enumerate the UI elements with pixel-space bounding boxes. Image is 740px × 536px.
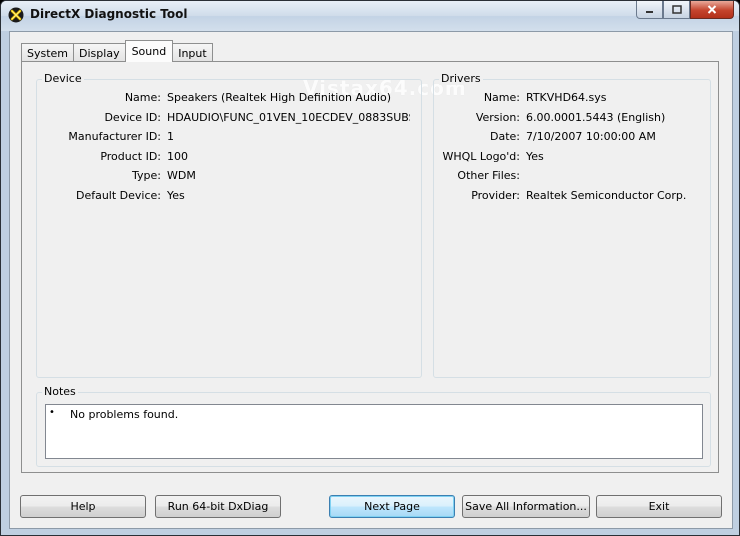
driver-name-label: Name:: [483, 91, 520, 104]
driver-date-label: Date:: [490, 130, 520, 143]
note-bullet: •: [49, 407, 55, 418]
directx-icon: [8, 7, 24, 23]
drivers-group: Drivers Name: RTKVHD64.sys Version: 6.00…: [433, 72, 711, 378]
other-files-row: Other Files:: [434, 169, 710, 185]
close-icon: [707, 5, 717, 14]
product-id-value: 100: [167, 150, 188, 163]
driver-version-row: Version: 6.00.0001.5443 (English): [434, 111, 710, 127]
default-device-label: Default Device:: [75, 189, 161, 202]
drivers-group-title: Drivers: [439, 72, 483, 85]
driver-name-row: Name: RTKVHD64.sys: [434, 91, 710, 107]
tab-input[interactable]: Input: [172, 43, 213, 62]
default-device-row: Default Device: Yes: [37, 189, 421, 205]
window-title: DirectX Diagnostic Tool: [30, 7, 188, 21]
exit-button[interactable]: Exit: [596, 495, 722, 518]
client-area: System Display Sound Input Vistax64.com …: [9, 31, 733, 529]
minimize-icon: [646, 11, 653, 13]
other-files-label: Other Files:: [457, 169, 520, 182]
sound-tab-panel: Vistax64.com Device Name: Speakers (Real…: [21, 61, 719, 473]
product-id-label: Product ID:: [100, 150, 161, 163]
driver-version-label: Version:: [475, 111, 520, 124]
driver-name-value: RTKVHD64.sys: [526, 91, 607, 104]
tab-strip: System Display Sound Input: [21, 40, 213, 62]
maximize-icon: [671, 5, 682, 14]
device-id-value: HDAUDIO\FUNC_01VEN_10ECDEV_0883SUBSYS_8: [167, 111, 410, 124]
minimize-button[interactable]: [636, 1, 663, 19]
manufacturer-id-value: 1: [167, 130, 174, 143]
notes-group-title: Notes: [42, 385, 78, 398]
default-device-value: Yes: [167, 189, 185, 202]
driver-date-value: 7/10/2007 10:00:00 AM: [526, 130, 656, 143]
tab-sound[interactable]: Sound: [124, 40, 174, 62]
maximize-button[interactable]: [663, 1, 690, 19]
close-button[interactable]: [690, 1, 734, 19]
manufacturer-id-label: Manufacturer ID:: [68, 130, 161, 143]
run-64bit-dxdiag-button[interactable]: Run 64-bit DxDiag: [155, 495, 281, 518]
save-all-information-button[interactable]: Save All Information...: [462, 495, 590, 518]
title-bar[interactable]: DirectX Diagnostic Tool: [1, 1, 739, 31]
type-label: Type:: [132, 169, 161, 182]
type-row: Type: WDM: [37, 169, 421, 185]
driver-date-row: Date: 7/10/2007 10:00:00 AM: [434, 130, 710, 146]
type-value: WDM: [167, 169, 196, 182]
device-name-label: Name:: [124, 91, 161, 104]
driver-version-value: 6.00.0001.5443 (English): [526, 111, 666, 124]
whql-label: WHQL Logo'd:: [442, 150, 520, 163]
device-id-row: Device ID: HDAUDIO\FUNC_01VEN_10ECDEV_08…: [37, 111, 421, 127]
device-group-title: Device: [42, 72, 84, 85]
help-button[interactable]: Help: [20, 495, 146, 518]
device-group: Device Name: Speakers (Realtek High Defi…: [36, 72, 422, 378]
tab-display[interactable]: Display: [73, 43, 126, 62]
provider-row: Provider: Realtek Semiconductor Corp.: [434, 189, 710, 205]
device-name-value: Speakers (Realtek High Definition Audio): [167, 91, 392, 104]
whql-row: WHQL Logo'd: Yes: [434, 150, 710, 166]
manufacturer-id-row: Manufacturer ID: 1: [37, 130, 421, 146]
notes-group: Notes • No problems found.: [36, 385, 711, 467]
next-page-button[interactable]: Next Page: [329, 495, 455, 518]
dxdiag-window: DirectX Diagnostic Tool System Display S…: [0, 0, 740, 536]
product-id-row: Product ID: 100: [37, 150, 421, 166]
notes-textbox[interactable]: • No problems found.: [45, 404, 703, 459]
whql-value: Yes: [526, 150, 544, 163]
tab-system[interactable]: System: [21, 43, 75, 62]
provider-value: Realtek Semiconductor Corp.: [526, 189, 687, 202]
note-item: No problems found.: [70, 408, 179, 421]
device-name-row: Name: Speakers (Realtek High Definition …: [37, 91, 421, 107]
device-id-label: Device ID:: [104, 111, 161, 124]
provider-label: Provider:: [471, 189, 520, 202]
caption-buttons: [636, 1, 734, 19]
